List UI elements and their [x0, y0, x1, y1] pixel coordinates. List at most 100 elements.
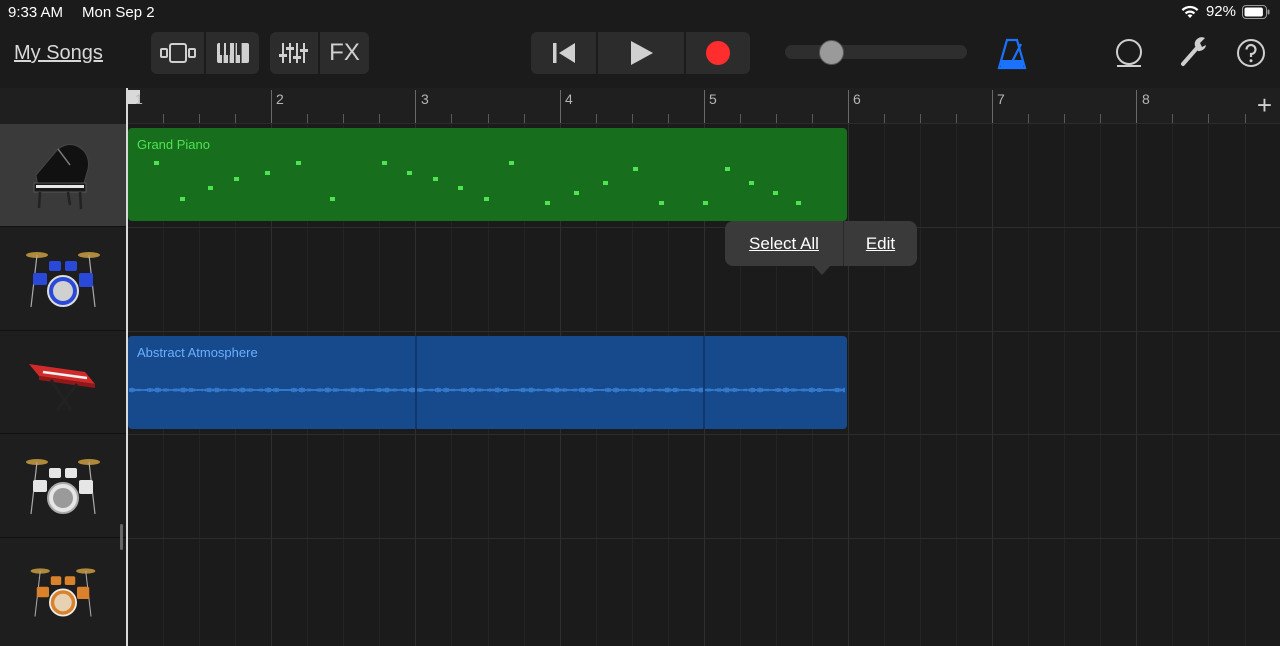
midi-note	[433, 177, 438, 181]
midi-note	[296, 161, 301, 165]
midi-region-grand-piano[interactable]: Grand Piano	[128, 128, 847, 221]
region-title: Grand Piano	[137, 137, 210, 152]
tracks-view-button[interactable]	[151, 32, 204, 74]
audio-waveform	[129, 336, 845, 429]
fx-label: FX	[329, 39, 360, 66]
midi-note	[574, 191, 579, 195]
ruler-beat-tick	[1100, 114, 1101, 123]
midi-note	[545, 201, 550, 205]
midi-note	[749, 181, 754, 185]
audio-region-abstract-atmosphere[interactable]: Abstract Atmosphere	[128, 336, 847, 429]
lane-divider	[126, 227, 1280, 228]
grid-line	[1100, 124, 1101, 646]
battery-icon	[1242, 4, 1270, 19]
master-volume-slider[interactable]	[785, 45, 967, 59]
grid-line	[1028, 124, 1029, 646]
toolbar: My Songs FX	[0, 24, 1280, 88]
ruler-bar-tick	[704, 90, 705, 123]
ruler-beat-tick	[343, 114, 344, 123]
ruler-beat-tick	[379, 114, 380, 123]
grid-line	[920, 124, 921, 646]
ruler-beat-tick	[163, 114, 164, 123]
ruler-beat-tick	[920, 114, 921, 123]
bar-number: 1	[135, 91, 143, 107]
ruler-beat-tick	[235, 114, 236, 123]
edit-popover: Select All Edit	[725, 221, 917, 266]
ruler-bar-tick	[992, 90, 993, 123]
keyboard-icon	[216, 43, 249, 63]
track-header-synth[interactable]	[0, 331, 126, 434]
midi-note	[725, 167, 730, 171]
add-track-button[interactable]: +	[1257, 92, 1272, 118]
track-lanes[interactable]: Grand Piano Abstract Atmosphere	[126, 124, 1280, 646]
bar-number: 3	[421, 91, 429, 107]
ruler-beat-tick	[1245, 114, 1246, 123]
grid-line	[1172, 124, 1173, 646]
timeline-ruler[interactable]: 1 2 3 4 5 6 7 8 +	[126, 88, 1280, 124]
record-icon	[706, 41, 730, 65]
ruler-beat-tick	[956, 114, 957, 123]
ruler-beat-tick	[199, 114, 200, 123]
drum-kit-icon	[30, 568, 96, 617]
synth-keyboard-icon	[29, 364, 95, 411]
waveform-path	[129, 387, 845, 393]
track-header-drums-white[interactable]	[0, 434, 126, 538]
midi-note	[265, 171, 270, 175]
track-resize-handle[interactable]	[120, 524, 123, 550]
record-button[interactable]	[686, 32, 750, 74]
bar-number: 4	[565, 91, 573, 107]
garageband-app: 9:33 AM Mon Sep 2 92% My Songs FX 1 2 3 …	[0, 0, 1280, 646]
track-header-drums-blue[interactable]	[0, 227, 126, 331]
master-volume-knob[interactable]	[818, 40, 844, 65]
ruler-beat-tick	[1208, 114, 1209, 123]
status-right: 92%	[1180, 3, 1270, 20]
status-date: Mon Sep 2	[82, 4, 155, 21]
grid-line	[1208, 124, 1209, 646]
play-button[interactable]	[598, 32, 684, 74]
track-header-drums-orange[interactable]	[0, 538, 126, 646]
playhead[interactable]	[126, 88, 128, 646]
ruler-bar-tick	[560, 90, 561, 123]
view-toggle-group	[151, 32, 259, 74]
track-header-corner	[0, 88, 126, 124]
settings-wrench-icon[interactable]	[1179, 36, 1209, 68]
grid-line	[1245, 124, 1246, 646]
grid-line	[992, 124, 993, 646]
ruler-bar-tick	[848, 90, 849, 123]
ruler-beat-tick	[632, 114, 633, 123]
metronome-icon[interactable]	[997, 38, 1027, 70]
rewind-icon	[552, 43, 575, 63]
grid-line	[1064, 124, 1065, 646]
midi-note	[796, 201, 801, 205]
lane-divider	[126, 538, 1280, 539]
lane-divider	[126, 434, 1280, 435]
midi-note	[703, 201, 708, 205]
keyboard-button[interactable]	[206, 32, 259, 74]
select-all-button[interactable]: Select All	[725, 221, 843, 266]
midi-note	[180, 197, 185, 201]
drum-kit-icon	[26, 251, 100, 307]
ruler-bar-tick	[1136, 90, 1137, 123]
fx-button[interactable]: FX	[320, 32, 369, 74]
edit-button[interactable]: Edit	[844, 221, 917, 266]
ruler-beat-tick	[884, 114, 885, 123]
midi-note	[208, 186, 213, 190]
grid-line	[848, 124, 849, 646]
rewind-button[interactable]	[531, 32, 596, 74]
midi-note	[603, 181, 608, 185]
my-songs-button[interactable]: My Songs	[14, 42, 103, 65]
midi-note	[330, 197, 335, 201]
transport-controls	[531, 32, 750, 74]
bar-number: 6	[853, 91, 861, 107]
status-bar: 9:33 AM Mon Sep 2 92%	[0, 0, 1280, 24]
loop-browser-icon[interactable]	[1114, 38, 1144, 68]
grid-line	[1136, 124, 1137, 646]
midi-note	[458, 186, 463, 190]
ruler-beat-tick	[451, 114, 452, 123]
help-icon[interactable]	[1236, 38, 1266, 68]
track-header-grand-piano[interactable]	[0, 124, 126, 227]
battery-percent: 92%	[1205, 3, 1236, 20]
tracks-view-icon	[159, 43, 196, 63]
midi-note	[484, 197, 489, 201]
mixer-button[interactable]	[270, 32, 318, 74]
